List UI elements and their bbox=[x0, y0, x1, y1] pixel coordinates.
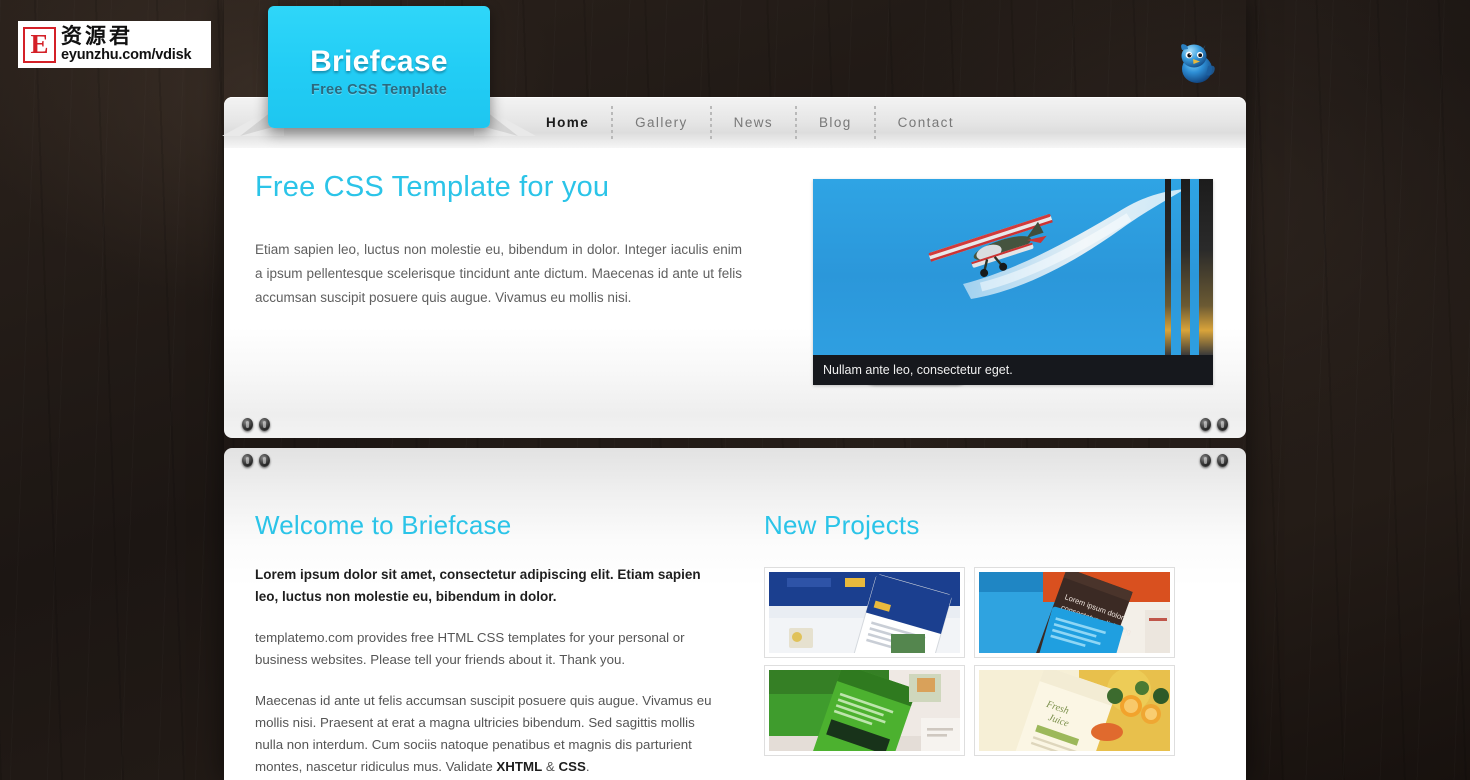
welcome-column: Welcome to Briefcase Lorem ipsum dolor s… bbox=[255, 510, 715, 780]
screw-group-bottom-left bbox=[242, 454, 270, 467]
project-thumb-blue[interactable] bbox=[764, 567, 965, 658]
project-thumb-red-image: Lorem ipsum dolor consectetur adipiscing bbox=[979, 572, 1170, 653]
nav-item-contact[interactable]: Contact bbox=[876, 115, 976, 130]
screw-group-top-left bbox=[242, 418, 270, 431]
screw-group-top-right bbox=[1200, 418, 1228, 431]
nav-item-blog[interactable]: Blog bbox=[797, 115, 874, 130]
hero-image[interactable]: Nullam ante leo, consectetur eget. bbox=[813, 179, 1213, 385]
welcome-heading: Welcome to Briefcase bbox=[255, 510, 512, 540]
twitter-bird-icon[interactable] bbox=[1170, 36, 1222, 88]
project-thumb-yellow-image: Fresh Juice bbox=[979, 670, 1170, 751]
project-thumb-blue-svg bbox=[769, 572, 960, 653]
logo-mark-letter: E bbox=[25, 28, 54, 61]
hero-caption: Nullam ante leo, consectetur eget. bbox=[813, 355, 1213, 385]
screw-group-bottom-right bbox=[1200, 454, 1228, 467]
nav-list: Home Gallery News Blog Contact bbox=[524, 97, 976, 148]
amp-separator: & bbox=[542, 759, 559, 774]
link-css[interactable]: CSS bbox=[558, 759, 585, 774]
hero-strip-1 bbox=[1165, 179, 1171, 355]
project-thumb-red-svg: Lorem ipsum dolor consectetur adipiscing bbox=[979, 572, 1170, 653]
nav-item-news[interactable]: News bbox=[712, 115, 795, 130]
twitter-bird-svg bbox=[1181, 44, 1215, 83]
projects-column: New Projects Lorem ipsum dolor consectet… bbox=[764, 510, 1214, 756]
project-thumb-blue-image bbox=[769, 572, 960, 653]
projects-grid: Lorem ipsum dolor consectetur adipiscing bbox=[764, 567, 1214, 756]
project-thumb-green-svg bbox=[769, 670, 960, 751]
welcome-lead: Lorem ipsum dolor sit amet, consectetur … bbox=[255, 567, 701, 604]
project-thumb-yellow-svg: Fresh Juice bbox=[979, 670, 1170, 751]
intro-paragraph: Etiam sapien leo, luctus non molestie eu… bbox=[255, 242, 742, 305]
page-title: Free CSS Template for you bbox=[255, 171, 610, 203]
screw-icon bbox=[259, 418, 270, 431]
screw-icon bbox=[1200, 418, 1211, 431]
project-thumb-yellow[interactable]: Fresh Juice bbox=[974, 665, 1175, 756]
content-panel: Welcome to Briefcase Lorem ipsum dolor s… bbox=[224, 448, 1246, 780]
logo-mark-icon: E bbox=[23, 26, 56, 63]
site-logo[interactable]: E 资源君 eyunzhu.com/vdisk bbox=[18, 21, 211, 68]
nav-item-gallery[interactable]: Gallery bbox=[613, 115, 710, 130]
projects-heading: New Projects bbox=[764, 510, 920, 540]
screw-icon bbox=[1217, 454, 1228, 467]
screw-icon bbox=[242, 418, 253, 431]
welcome-paragraph-2-text: Maecenas id ante ut felis accumsan susci… bbox=[255, 693, 712, 774]
hero-panel: Free CSS Template for you Etiam sapien l… bbox=[224, 148, 1246, 438]
logo-chinese-name: 资源君 bbox=[61, 24, 133, 49]
hero-strip-3 bbox=[1199, 179, 1213, 355]
logo-url: eyunzhu.com/vdisk bbox=[61, 47, 192, 64]
banner-box: Briefcase Free CSS Template bbox=[268, 6, 490, 128]
welcome-paragraph-2: Maecenas id ante ut felis accumsan susci… bbox=[255, 690, 715, 778]
screw-icon bbox=[242, 454, 253, 467]
welcome-paragraph-1: templatemo.com provides free HTML CSS te… bbox=[255, 630, 685, 667]
link-xhtml[interactable]: XHTML bbox=[496, 759, 542, 774]
nav-item-home[interactable]: Home bbox=[524, 115, 611, 130]
project-thumb-red[interactable]: Lorem ipsum dolor consectetur adipiscing bbox=[974, 567, 1175, 658]
screw-icon bbox=[1217, 418, 1228, 431]
screw-icon bbox=[1200, 454, 1211, 467]
project-thumb-green-image bbox=[769, 670, 960, 751]
hero-strip-2 bbox=[1181, 179, 1190, 355]
banner-subtitle: Free CSS Template bbox=[310, 82, 448, 98]
project-thumb-green[interactable] bbox=[764, 665, 965, 756]
logo-text: 资源君 eyunzhu.com/vdisk bbox=[61, 24, 192, 64]
hero-photo-svg bbox=[813, 179, 1213, 355]
welcome-paragraph-2-end: . bbox=[585, 759, 590, 774]
hero-photo bbox=[813, 179, 1213, 355]
screw-icon bbox=[259, 454, 270, 467]
intro-block: Free CSS Template for you Etiam sapien l… bbox=[255, 171, 742, 310]
page-container: Briefcase Free CSS Template Home Gallery… bbox=[222, 0, 1246, 780]
banner-title: Briefcase bbox=[310, 45, 448, 78]
site-banner: Briefcase Free CSS Template bbox=[222, 6, 536, 136]
